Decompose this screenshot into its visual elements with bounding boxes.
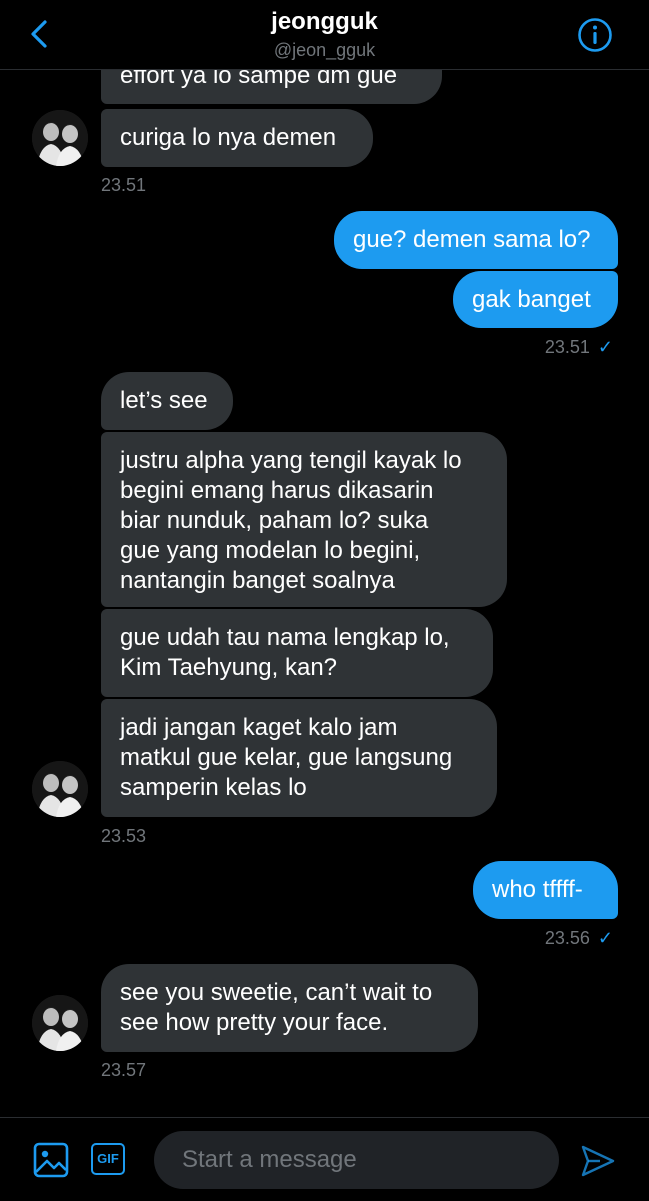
message-composer: GIF: [0, 1117, 649, 1201]
avatar[interactable]: [32, 995, 88, 1051]
avatar[interactable]: [32, 761, 88, 817]
message-bubble-sent[interactable]: gue? demen sama lo?: [334, 211, 618, 269]
message-timestamp: 23.51: [101, 175, 147, 195]
message-line: justru alpha yang tengil kayak lo: [120, 447, 462, 474]
message-bubble-sent[interactable]: who tffff-: [473, 861, 618, 919]
message-input[interactable]: [154, 1131, 559, 1189]
message-bubble-received[interactable]: let’s see: [101, 372, 233, 430]
message-bubble-received[interactable]: justru alpha yang tengil kayak lo begini…: [101, 432, 507, 607]
message-line: gue udah tau nama lengkap lo,: [120, 624, 450, 651]
avatar[interactable]: [32, 110, 88, 166]
avatar-photo-icon: [32, 110, 88, 166]
message-bubble-sent[interactable]: gak banget: [453, 271, 618, 328]
message-line: gue yang modelan lo begini,: [120, 537, 421, 564]
message-bubble-received[interactable]: curiga lo nya demen: [101, 109, 373, 167]
message-line: matkul gue kelar, gue langsung: [120, 744, 453, 771]
read-check-icon: ✓: [597, 928, 613, 948]
message-line: begini emang harus dikasarin: [120, 477, 434, 504]
message-text: let’s see: [120, 387, 208, 414]
conversation-handle[interactable]: @jeon_gguk: [0, 40, 649, 61]
conversation-name[interactable]: jeongguk: [0, 8, 649, 36]
gif-icon: GIF: [97, 1151, 119, 1166]
send-icon[interactable]: [580, 1143, 616, 1179]
message-text: who tffff-: [492, 876, 583, 903]
message-line: see you sweetie, can’t wait to: [120, 979, 433, 1006]
message-line: Kim Taehyung, kan?: [120, 654, 338, 681]
message-timestamp: 23.53: [101, 826, 147, 846]
read-check-icon: ✓: [597, 337, 613, 357]
message-text: gue? demen sama lo?: [353, 226, 591, 253]
image-icon[interactable]: [33, 1142, 69, 1178]
gif-button[interactable]: GIF: [91, 1143, 125, 1175]
message-line: samperin kelas lo: [120, 774, 307, 801]
avatar-photo-icon: [32, 995, 88, 1051]
message-text: curiga lo nya demen: [120, 124, 337, 151]
message-bubble-received[interactable]: gue udah tau nama lengkap lo, Kim Taehyu…: [101, 609, 493, 697]
message-line: jadi jangan kaget kalo jam: [120, 714, 398, 741]
message-line: see how pretty your face.: [120, 1009, 389, 1036]
info-icon[interactable]: [576, 16, 614, 54]
message-timestamp: 23.56 ✓: [544, 928, 613, 948]
message-line: biar nunduk, paham lo? suka: [120, 507, 429, 534]
message-bubble-received[interactable]: see you sweetie, can’t wait to see how p…: [101, 964, 478, 1052]
message-text: gak banget: [472, 286, 591, 313]
message-timestamp: 23.51 ✓: [544, 337, 613, 357]
avatar-photo-icon: [32, 761, 88, 817]
message-bubble-received[interactable]: jadi jangan kaget kalo jam matkul gue ke…: [101, 699, 497, 817]
message-line: nantangin banget soalnya: [120, 567, 395, 594]
message-timestamp: 23.57: [101, 1060, 147, 1080]
conversation-header: jeongguk @jeon_gguk: [0, 0, 649, 70]
